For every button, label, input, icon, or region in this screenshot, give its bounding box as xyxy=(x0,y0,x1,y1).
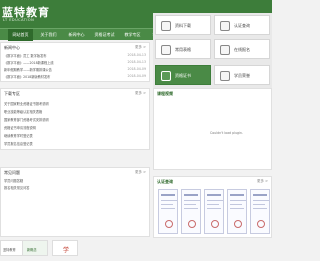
certificate-band xyxy=(161,194,175,196)
news-card: 新闻中心 更多 > 《数字平面》员工 数字版发布 2018-04-13 《数字平… xyxy=(0,42,150,82)
downloads-more-link[interactable]: 更多 > xyxy=(135,91,146,96)
certificate-band xyxy=(253,194,267,196)
tile-cert-query[interactable]: 认证查询 xyxy=(214,15,270,35)
news-item[interactable]: 《数字平面》员工 数字版发布 xyxy=(4,53,46,58)
tile-forms[interactable]: 常用表格 xyxy=(155,39,211,59)
tile-honors[interactable]: 学员荣誉 xyxy=(214,65,270,85)
list-item[interactable]: 继续教育学时登记表 xyxy=(4,133,33,138)
faq-title: 常见问题 xyxy=(4,170,20,175)
plugin-error: Couldn't load plugin. xyxy=(210,131,243,135)
news-date: 2018-04-09 xyxy=(127,74,146,78)
nav-item-3[interactable]: 新闻中心 xyxy=(64,29,89,41)
tile-label: 资格证书 xyxy=(175,73,191,78)
trophy-icon xyxy=(220,71,230,81)
news-date: 2018-04-13 xyxy=(127,60,146,64)
faq-card: 常见问题 更多 > 学员问题答疑 报名相关常见问答 xyxy=(0,167,150,237)
search-icon xyxy=(220,21,230,31)
certificate-image[interactable] xyxy=(250,189,270,234)
certificate-line xyxy=(161,200,177,201)
tile-label: 认证查询 xyxy=(234,23,250,28)
news-more-link[interactable]: 更多 > xyxy=(135,45,146,50)
course-video-card: 课程视频 Couldn't load plugin. xyxy=(153,88,272,170)
certificate-image[interactable] xyxy=(227,189,247,234)
news-item[interactable]: 《数字平面》——2018新课程上线 xyxy=(4,60,54,65)
certificate-band xyxy=(184,194,198,196)
faq-more-link[interactable]: 更多 > xyxy=(135,170,146,175)
partner-name: 学 xyxy=(63,247,70,254)
seal-icon xyxy=(211,220,219,228)
certificate-line xyxy=(207,204,219,205)
certificate-line xyxy=(230,204,242,205)
list-item[interactable]: 关于国家职业资格证书报考说明 xyxy=(4,101,49,106)
table-icon xyxy=(161,45,171,55)
downloads-card: 下载专区 更多 > 关于国家职业资格证书报考说明 职业技能等级认定相关表格 国家… xyxy=(0,88,150,150)
course-title: 课程视频 xyxy=(157,91,173,96)
cert-title: 认证查询 xyxy=(157,179,173,184)
certificate-line xyxy=(161,208,175,209)
certificate-line xyxy=(230,200,246,201)
certificate-line xyxy=(184,200,200,201)
cert-card: 认证查询 更多 > xyxy=(153,176,272,238)
tile-label: 常用表格 xyxy=(175,47,191,52)
partner-logo[interactable]: 新概念 xyxy=(22,240,48,256)
list-item[interactable]: 报名相关常见问答 xyxy=(4,185,30,190)
certificate-band xyxy=(207,194,221,196)
nav-item-5[interactable]: 教学专区 xyxy=(120,29,145,41)
certificate-line xyxy=(207,200,223,201)
site-logo-subtitle: LT EDUCATION xyxy=(3,18,35,22)
certificate-image[interactable] xyxy=(204,189,224,234)
seal-icon xyxy=(257,220,265,228)
certificate-line xyxy=(184,204,196,205)
seal-icon xyxy=(188,220,196,228)
certificate-band xyxy=(230,194,244,196)
partner-logo[interactable]: 学 xyxy=(52,240,78,256)
news-date: 2018-04-09 xyxy=(127,67,146,71)
certificate-line xyxy=(253,200,269,201)
tile-label: 学员荣誉 xyxy=(234,73,250,78)
list-item[interactable]: 资格证书申请流程说明 xyxy=(4,125,36,130)
seal-icon xyxy=(165,220,173,228)
list-item[interactable]: 职业技能等级认定相关表格 xyxy=(4,109,42,114)
quick-links-panel: 资料下载 认证查询 常用表格 在线报名 资格证书 学员荣誉 xyxy=(153,13,272,95)
news-date: 2018-04-13 xyxy=(127,53,146,57)
certificate-line xyxy=(230,208,244,209)
seal-icon xyxy=(234,220,242,228)
list-item[interactable]: 学员报名信息登记表 xyxy=(4,141,33,146)
certificate-line xyxy=(161,204,173,205)
tile-label: 在线报名 xyxy=(234,47,250,52)
nav-item-4[interactable]: 资格证考试 xyxy=(92,29,117,41)
cert-more-link[interactable]: 更多 > xyxy=(257,179,268,184)
certificate-image[interactable] xyxy=(158,189,178,234)
list-item[interactable]: 国家教育部门资格考试安排说明 xyxy=(4,117,49,122)
certificate-line xyxy=(184,208,198,209)
news-item[interactable]: 《数字平面》2018新版教材发布 xyxy=(4,74,50,79)
news-item[interactable]: 新年假期教学——新学期排课公告 xyxy=(4,67,52,72)
edit-icon xyxy=(220,45,230,55)
list-item[interactable]: 学员问题答疑 xyxy=(4,178,23,183)
certificate-icon xyxy=(161,71,171,81)
partner-name: 蓝特教育 xyxy=(3,248,16,252)
news-title: 新闻中心 xyxy=(4,45,20,50)
nav-item-1[interactable]: 网站首页 xyxy=(8,29,33,41)
certificate-line xyxy=(253,208,267,209)
nav-item-2[interactable]: 关于我们 xyxy=(36,29,61,41)
document-icon xyxy=(161,21,171,31)
certificate-line xyxy=(207,208,221,209)
tile-downloads[interactable]: 资料下载 xyxy=(155,15,211,35)
tile-signup[interactable]: 在线报名 xyxy=(214,39,270,59)
tile-certificates[interactable]: 资格证书 xyxy=(155,65,211,85)
certificate-line xyxy=(253,204,265,205)
partner-name: 新概念 xyxy=(27,248,37,252)
downloads-title: 下载专区 xyxy=(4,91,20,96)
certificate-image[interactable] xyxy=(181,189,201,234)
tile-label: 资料下载 xyxy=(175,23,191,28)
